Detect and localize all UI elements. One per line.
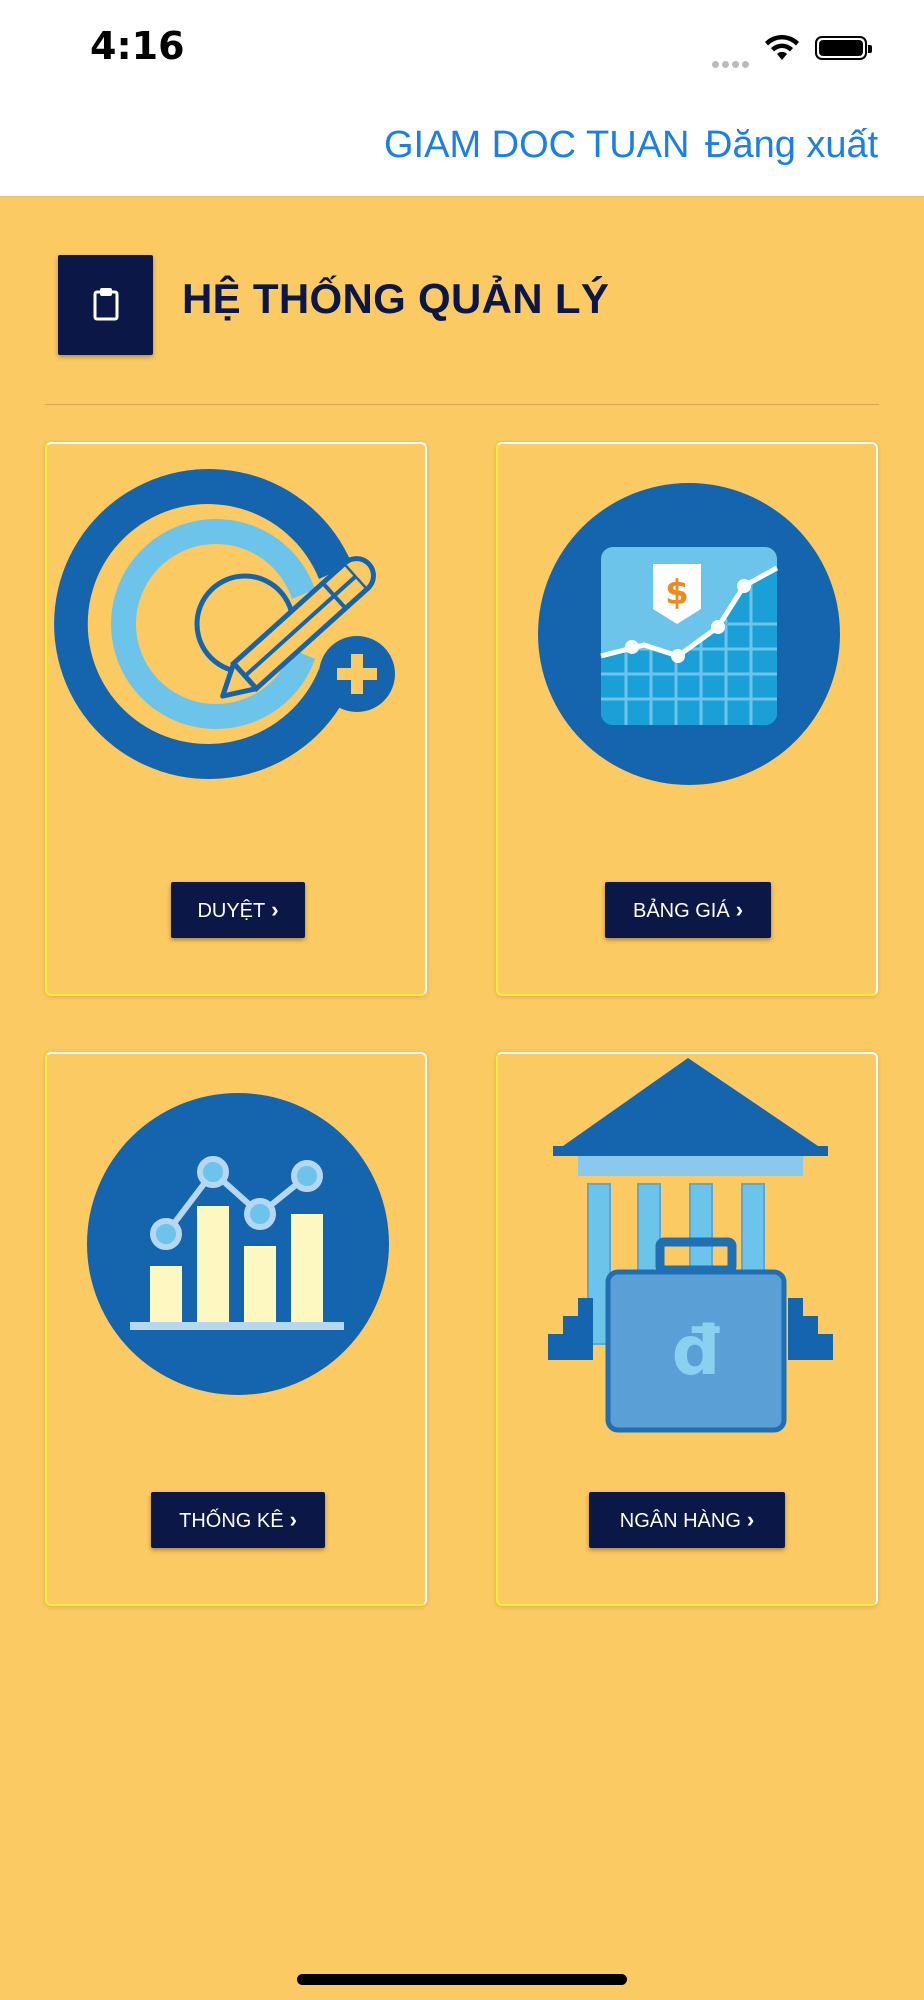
battery-icon <box>815 36 872 60</box>
user-name-link[interactable]: GIAM DOC TUAN <box>384 124 689 167</box>
logout-button[interactable]: Đăng xuất <box>705 124 878 167</box>
cellular-signal-icon <box>712 55 752 73</box>
divider <box>45 404 879 405</box>
chevron-right-icon: › <box>271 897 279 922</box>
price-list-button-label: BẢNG GIÁ <box>632 900 730 922</box>
nav-bar: GIAM DOC TUAN Đăng xuất <box>0 100 924 197</box>
statistics-button[interactable]: THỐNG KÊ › <box>151 1492 325 1548</box>
bank-icon: đ <box>548 1058 833 1433</box>
clipboard-icon <box>93 288 119 321</box>
chevron-right-icon: › <box>735 897 744 922</box>
chevron-right-icon: › <box>746 1507 755 1532</box>
statistics-button-label: THỐNG KÊ <box>179 1510 284 1532</box>
home-indicator[interactable] <box>297 1974 627 1985</box>
svg-text:đ: đ <box>672 1312 721 1391</box>
svg-text:$: $ <box>665 573 689 613</box>
approve-button-label: DUYỆT <box>197 900 266 922</box>
approve-button[interactable]: DUYỆT › <box>171 882 305 938</box>
card-approve[interactable]: DUYỆT › <box>45 442 427 996</box>
price-chart-icon: $ <box>538 483 840 785</box>
status-bar: 4:16 <box>0 0 924 100</box>
header-icon-box <box>58 255 153 355</box>
price-list-button[interactable]: BẢNG GIÁ › <box>605 882 771 938</box>
status-time: 4:16 <box>90 24 185 68</box>
card-price-list[interactable]: $ BẢNG GIÁ › <box>496 442 878 996</box>
chevron-right-icon: › <box>289 1507 297 1532</box>
card-statistics[interactable]: THỐNG KÊ › <box>45 1052 427 1606</box>
approve-edit-icon <box>54 469 395 779</box>
wifi-icon <box>765 34 799 60</box>
page-title: HỆ THỐNG QUẢN LÝ <box>182 275 610 322</box>
bank-button[interactable]: NGÂN HÀNG › <box>589 1492 785 1548</box>
card-bank[interactable]: đ NGÂN HÀNG › <box>496 1052 878 1606</box>
statistics-icon <box>87 1093 389 1395</box>
bank-button-label: NGÂN HÀNG <box>619 1510 741 1532</box>
